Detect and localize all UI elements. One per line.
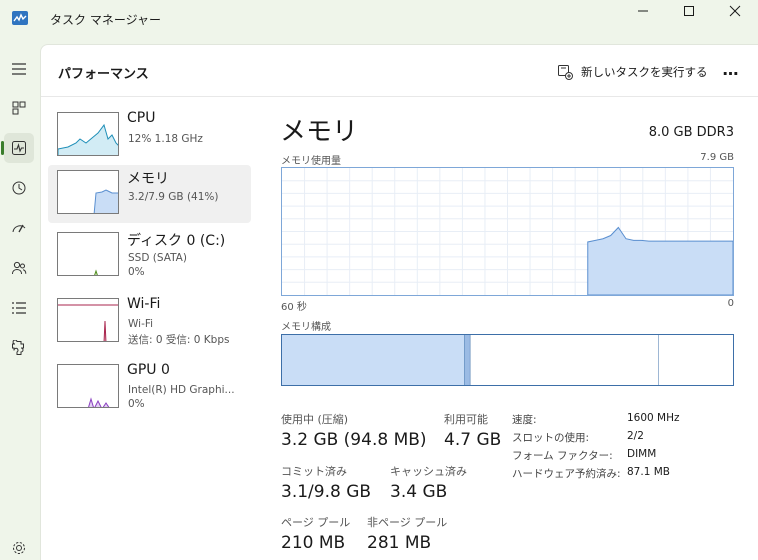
usage-graph-max: 7.9 GB bbox=[700, 152, 734, 163]
run-new-task-icon bbox=[558, 65, 573, 80]
settings-icon bbox=[13, 542, 25, 554]
maximize-icon bbox=[684, 6, 694, 16]
detail-value: 87.1 MB bbox=[627, 466, 670, 478]
paged-pool-value: 210 MB bbox=[281, 533, 346, 553]
nonpaged-pool-label: 非ページ プール bbox=[367, 516, 448, 529]
nav-processes[interactable] bbox=[4, 93, 34, 123]
memory-usage-area bbox=[587, 226, 734, 296]
nav-performance[interactable] bbox=[1, 133, 34, 163]
cached-value: 3.4 GB bbox=[390, 482, 448, 502]
resource-detail: Intel(R) HD Graphi... bbox=[128, 384, 235, 396]
nonpaged-pool-value: 281 MB bbox=[367, 533, 432, 553]
app-history-icon bbox=[12, 181, 26, 195]
resource-name: GPU 0 bbox=[127, 362, 170, 378]
in-use-value: 3.2 GB (94.8 MB) bbox=[281, 430, 427, 450]
resource-name: CPU bbox=[127, 110, 156, 126]
details-icon bbox=[12, 302, 26, 314]
page-title: パフォーマンス bbox=[58, 67, 149, 82]
memory-usage-graph bbox=[281, 167, 734, 296]
composition-modified bbox=[464, 335, 471, 385]
composition-label: メモリ構成 bbox=[281, 322, 331, 333]
nav-startup-apps[interactable] bbox=[4, 213, 34, 243]
resource-name: ディスク 0 (C:) bbox=[127, 233, 226, 249]
maximize-button[interactable] bbox=[666, 0, 712, 32]
page-header: パフォーマンス 新しいタスクを実行する … bbox=[41, 45, 758, 97]
usage-graph-label: メモリ使用量 bbox=[281, 156, 341, 167]
detail-value: 1600 MHz bbox=[627, 412, 680, 424]
resource-throughput: 送信: 0 受信: 0 Kbps bbox=[128, 334, 230, 346]
nav-details[interactable] bbox=[4, 293, 34, 323]
wifi-thumbnail-graph bbox=[57, 298, 119, 342]
detail-label: 速度: bbox=[512, 414, 537, 426]
resource-wifi[interactable]: Wi-Fi Wi-Fi 送信: 0 受信: 0 Kbps bbox=[48, 293, 251, 351]
graph-axis-end: 0 bbox=[727, 298, 734, 309]
graph-axis-start: 60 秒 bbox=[281, 302, 307, 313]
run-new-task-label: 新しいタスクを実行する bbox=[581, 65, 708, 79]
sidebar-nav bbox=[0, 40, 38, 560]
memory-heading: メモリ bbox=[280, 117, 359, 147]
resource-name: メモリ bbox=[127, 171, 169, 187]
performance-content: パフォーマンス 新しいタスクを実行する … CPU 12% 1.18 GHz メ… bbox=[40, 44, 758, 560]
memory-composition-bar bbox=[281, 334, 734, 386]
resource-detail: 12% 1.18 GHz bbox=[128, 133, 203, 145]
committed-value: 3.1/9.8 GB bbox=[281, 482, 372, 502]
cpu-thumbnail-graph bbox=[57, 112, 119, 156]
nav-menu-button[interactable] bbox=[4, 54, 34, 84]
startup-apps-icon bbox=[12, 224, 26, 233]
nav-app-history[interactable] bbox=[4, 173, 34, 203]
window-title: タスク マネージャー bbox=[50, 13, 161, 27]
detail-label: ハードウェア予約済み: bbox=[512, 468, 621, 480]
committed-label: コミット済み bbox=[281, 465, 347, 478]
detail-label: スロットの使用: bbox=[512, 432, 590, 444]
memory-usage-plot bbox=[282, 168, 734, 296]
composition-in-use bbox=[282, 335, 465, 385]
resource-memory[interactable]: メモリ 3.2/7.9 GB (41%) bbox=[48, 165, 251, 223]
resource-disk[interactable]: ディスク 0 (C:) SSD (SATA) 0% bbox=[48, 227, 251, 285]
available-label: 利用可能 bbox=[444, 413, 488, 426]
in-use-label: 使用中 (圧縮) bbox=[281, 413, 349, 426]
performance-icon bbox=[12, 141, 26, 155]
task-manager-app-icon bbox=[12, 11, 28, 25]
more-options-button[interactable]: … bbox=[717, 60, 745, 84]
cached-label: キャッシュ済み bbox=[390, 465, 467, 478]
disk-thumbnail-graph bbox=[57, 232, 119, 276]
nav-services[interactable] bbox=[4, 333, 34, 363]
close-icon bbox=[729, 5, 741, 17]
resource-usage: 0% bbox=[128, 398, 145, 410]
services-icon bbox=[12, 340, 24, 355]
memory-spec: 8.0 GB DDR3 bbox=[648, 125, 734, 140]
detail-value: 2/2 bbox=[627, 430, 644, 442]
memory-thumbnail-graph bbox=[57, 170, 119, 214]
resource-detail: 3.2/7.9 GB (41%) bbox=[128, 191, 219, 203]
close-button[interactable] bbox=[712, 0, 758, 32]
paged-pool-label: ページ プール bbox=[281, 516, 351, 529]
resource-detail: SSD (SATA) bbox=[128, 252, 187, 264]
memory-composition-plot bbox=[282, 335, 733, 385]
minimize-button[interactable] bbox=[620, 0, 666, 32]
gpu-thumbnail-graph bbox=[57, 364, 119, 408]
composition-standby bbox=[470, 335, 659, 385]
resource-usage: 0% bbox=[128, 266, 145, 278]
resource-gpu[interactable]: GPU 0 Intel(R) HD Graphi... 0% bbox=[48, 359, 251, 417]
hamburger-menu-icon bbox=[12, 63, 26, 75]
nav-settings[interactable] bbox=[4, 533, 34, 560]
composition-free bbox=[658, 335, 733, 385]
available-value: 4.7 GB bbox=[444, 430, 502, 450]
title-bar: タスク マネージャー bbox=[0, 0, 758, 40]
nav-users[interactable] bbox=[4, 253, 34, 283]
users-icon bbox=[12, 261, 27, 275]
resource-name: Wi-Fi bbox=[127, 296, 161, 312]
detail-label: フォーム ファクター: bbox=[512, 450, 613, 462]
processes-icon bbox=[12, 101, 26, 115]
detail-value: DIMM bbox=[627, 448, 657, 460]
resource-cpu[interactable]: CPU 12% 1.18 GHz bbox=[48, 107, 251, 165]
minimize-icon bbox=[638, 10, 648, 12]
resource-detail: Wi-Fi bbox=[128, 318, 154, 330]
